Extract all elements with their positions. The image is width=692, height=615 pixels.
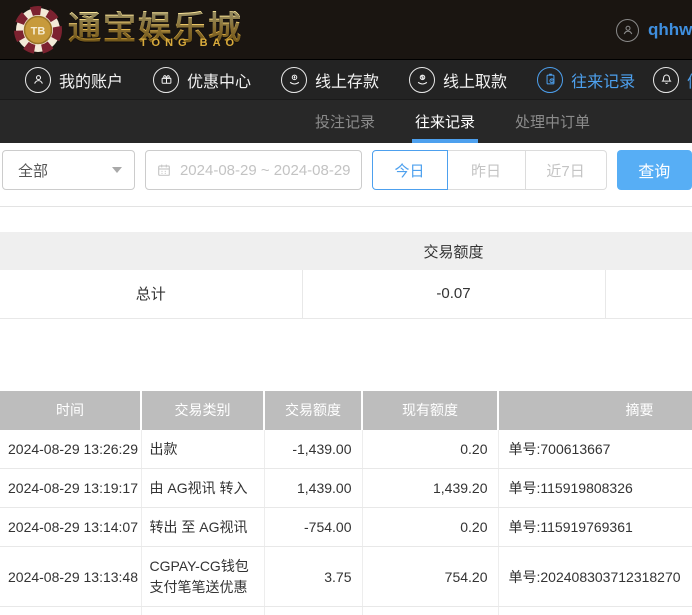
cell-balance: 754.20: [361, 546, 498, 607]
cell-type: CGPAY-CG钱包 支付笔笔送优惠: [140, 546, 264, 607]
withdraw-icon: [409, 66, 436, 93]
nav-item-promotions[interactable]: 优惠中心: [153, 66, 252, 93]
summary-header-empty: [605, 232, 692, 270]
col-header-memo: 摘要: [497, 390, 692, 430]
today-button[interactable]: 今日: [371, 150, 448, 190]
cell-memo: 单号:115919808326: [497, 468, 692, 509]
nav-label: 优惠中心: [187, 73, 252, 91]
cell-memo: 单号:115919769361: [497, 507, 692, 548]
button-label: 今日: [394, 162, 425, 180]
summary-total-label: 总计: [0, 270, 302, 319]
nav-item-notifications[interactable]: 信: [653, 66, 692, 93]
nav-label: 线上取款: [443, 73, 508, 91]
summary-header-amount: 交易额度: [302, 232, 605, 270]
summary-total-row: 总计 -0.07: [0, 270, 692, 319]
col-header-amount: 交易额度: [263, 390, 362, 430]
yesterday-button[interactable]: 昨日: [447, 150, 526, 190]
brand-text: 通宝娱乐城 TONG BAO: [68, 11, 243, 49]
cell-type: 转出 至 AG视讯: [140, 507, 264, 548]
table-row: 2024-08-29 13:14:07 转出 至 AG视讯 -754.00 0.…: [0, 507, 692, 548]
cell-balance: 1,439.20: [361, 468, 498, 509]
table-header-row: 时间 交易类别 交易额度 现有额度 摘要: [0, 390, 692, 430]
cell-time: 2024-08-29 13:19:17: [0, 468, 141, 509]
tab-label: 投注记录: [315, 114, 376, 131]
chip-tb-text: TB: [31, 25, 46, 37]
notifications-label: 信: [687, 68, 692, 92]
cell-type: 由 AG视讯 转入: [140, 468, 264, 509]
cell-time: 2024-08-29 13:13:48: [0, 606, 141, 615]
table-row: 2024-08-29 13:26:29 出款 -1,439.00 0.20 单号…: [0, 429, 692, 469]
cell-type: 出款: [140, 429, 264, 469]
type-select-value: 全部: [18, 162, 49, 180]
nav-item-withdraw[interactable]: 线上取款: [409, 66, 508, 93]
records-icon: [537, 66, 564, 93]
table-row: 2024-08-29 13:13:48 CGPAY-CG钱包 支付笔笔送优惠 3…: [0, 546, 692, 607]
summary-total-value: -0.07: [301, 270, 605, 319]
summary-header-row: 交易额度: [0, 232, 692, 270]
tab-betting-records[interactable]: 投注记录: [315, 100, 375, 143]
nav-item-deposit[interactable]: 线上存款: [281, 66, 380, 93]
cell-memo: 单号:700613667: [497, 429, 692, 469]
cell-balance: 750.45: [361, 606, 498, 615]
cell-amount: 1,439.00: [263, 468, 362, 509]
date-range-input[interactable]: 2024-08-29 ~ 2024-08-29: [144, 150, 362, 190]
transactions-table: 时间 交易类别 交易额度 现有额度 摘要 2024-08-29 13:26:29…: [0, 390, 692, 615]
nav-label: 线上存款: [315, 73, 380, 91]
quick-date-buttons: 今日 昨日 近7日: [371, 150, 607, 190]
cell-amount: 3.75: [263, 546, 362, 607]
user-icon: [25, 66, 51, 93]
main-nav: 我的账户 优惠中心 线上存款 线上取款 往来记录: [0, 60, 692, 100]
nav-item-my-account[interactable]: 我的账户: [25, 66, 124, 93]
calendar-icon: [158, 164, 170, 176]
cell-amount: 750.00: [263, 606, 362, 615]
records-tab-bar: 投注记录 往来记录 处理中订单: [0, 100, 692, 143]
tab-label: 处理中订单: [515, 114, 591, 131]
cell-memo: 单号:202408303712318270: [497, 606, 692, 615]
top-header: TB 通宝娱乐城 TONG BAO qhhw2: [0, 0, 692, 60]
button-label: 昨日: [471, 162, 502, 180]
deposit-icon: [281, 66, 308, 93]
cell-time: 2024-08-29 13:14:07: [0, 507, 141, 548]
user-account[interactable]: qhhw2: [616, 0, 692, 60]
brand-logo[interactable]: TB 通宝娱乐城 TONG BAO: [0, 5, 243, 54]
summary-header-empty: [0, 232, 302, 270]
tab-transaction-records[interactable]: 往来记录: [412, 100, 479, 143]
type-select[interactable]: 全部: [2, 150, 135, 190]
cell-amount: -754.00: [263, 507, 362, 548]
nav-label: 我的账户: [59, 73, 124, 91]
summary-table: 交易额度 总计 -0.07: [0, 232, 692, 319]
cell-amount: -1,439.00: [263, 429, 362, 469]
poker-chip-icon: TB: [14, 5, 62, 54]
cell-time: 2024-08-29 13:13:48: [0, 546, 141, 607]
nav-item-records[interactable]: 往来记录: [537, 66, 636, 93]
tab-pending-orders[interactable]: 处理中订单: [515, 100, 590, 143]
gift-icon: [153, 66, 180, 93]
cell-type: CGPAY支付: [140, 606, 264, 615]
search-button[interactable]: 查询: [616, 150, 692, 190]
table-row: 2024-08-29 13:19:17 由 AG视讯 转入 1,439.00 1…: [0, 468, 692, 509]
tab-label: 往来记录: [415, 114, 476, 131]
brand-name-en: TONG BAO: [140, 36, 240, 49]
summary-empty-cell: [604, 270, 692, 319]
cell-time: 2024-08-29 13:26:29: [0, 429, 141, 469]
col-header-time: 时间: [0, 390, 141, 430]
cell-balance: 0.20: [361, 507, 498, 548]
button-label: 查询: [638, 164, 671, 181]
nav-label: 往来记录: [571, 73, 636, 91]
button-label: 近7日: [546, 162, 585, 180]
bell-icon: [653, 66, 679, 93]
col-header-type: 交易类别: [140, 390, 264, 430]
last7days-button[interactable]: 近7日: [525, 150, 607, 190]
username-text: qhhw2: [648, 20, 692, 39]
transaction-records-page: TB 通宝娱乐城 TONG BAO qhhw2 我的账户: [0, 0, 692, 615]
cell-balance: 0.20: [361, 429, 498, 469]
table-row: 2024-08-29 13:13:48 CGPAY支付 750.00 750.4…: [0, 606, 692, 615]
date-range-value: 2024-08-29 ~ 2024-08-29: [179, 161, 351, 179]
col-header-balance: 现有额度: [361, 390, 498, 430]
user-avatar-icon: [616, 18, 639, 42]
chevron-down-icon: [111, 167, 122, 173]
filter-bar: 全部 2024-08-29 ~ 2024-08-29 今日 昨日 近7日 查询: [0, 143, 692, 207]
cell-memo: 单号:202408303712318270: [497, 546, 692, 607]
